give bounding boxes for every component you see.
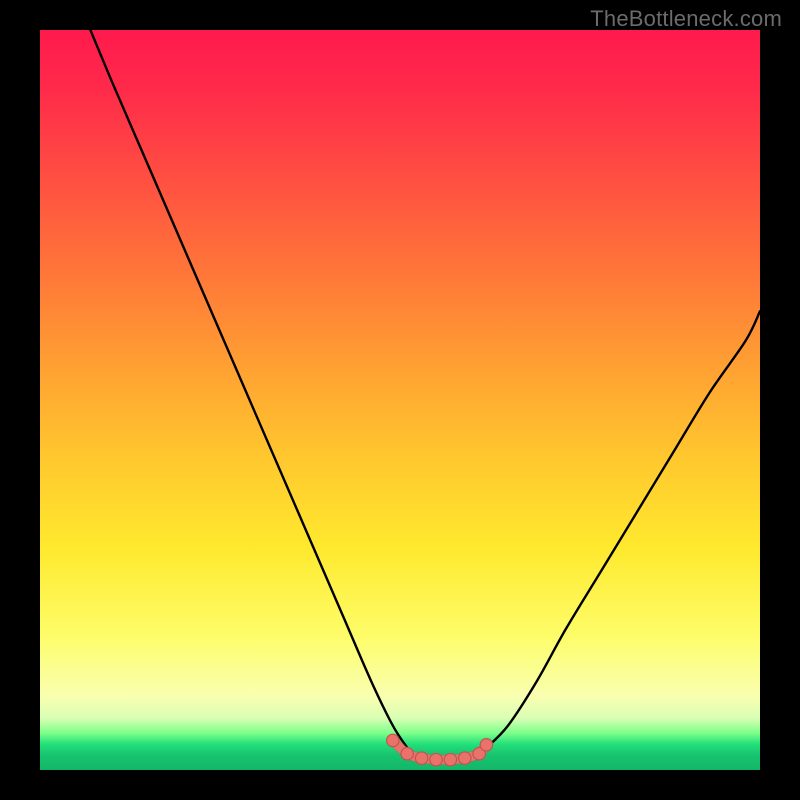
- basin-marker: [430, 753, 442, 765]
- watermark-text: TheBottleneck.com: [590, 6, 782, 32]
- basin-marker: [480, 739, 492, 751]
- basin-marker: [459, 752, 471, 764]
- curve-layer: [40, 30, 760, 770]
- chart-frame: TheBottleneck.com: [0, 0, 800, 800]
- basin-marker: [444, 753, 456, 765]
- curve-left: [90, 30, 407, 748]
- curve-right: [486, 311, 760, 748]
- basin-marker: [415, 752, 427, 764]
- basin-marker: [387, 734, 399, 746]
- basin-marker: [401, 748, 413, 760]
- plot-area: [40, 30, 760, 770]
